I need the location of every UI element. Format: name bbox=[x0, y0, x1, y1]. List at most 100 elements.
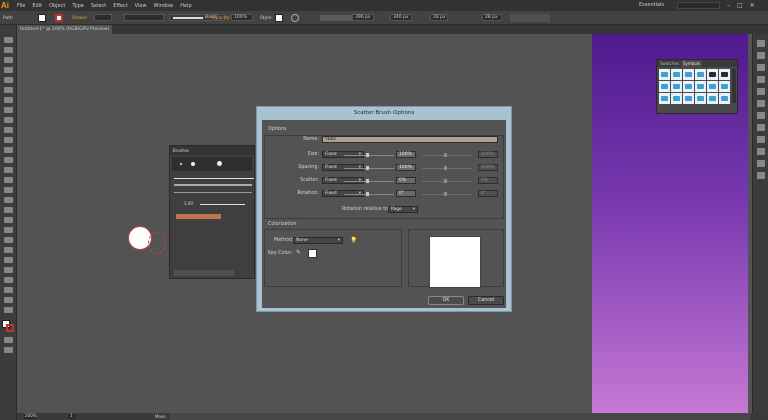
hand-tool-icon[interactable] bbox=[4, 297, 13, 303]
symbol-thumbnail[interactable] bbox=[671, 81, 682, 92]
menu-edit[interactable]: Edit bbox=[32, 3, 42, 9]
brushes-panel-title[interactable]: Brushes bbox=[173, 148, 189, 153]
eraser-tool-icon[interactable] bbox=[4, 147, 13, 153]
paintbrush-tool-icon[interactable] bbox=[4, 127, 13, 133]
rotation-slider[interactable] bbox=[344, 192, 394, 196]
zoom-field[interactable]: 200% bbox=[24, 413, 36, 419]
opacity-field[interactable]: 100% bbox=[231, 14, 253, 21]
brushes-panel-footer-icons[interactable] bbox=[174, 270, 234, 276]
minimize-icon[interactable]: – bbox=[727, 2, 730, 9]
brush-dot-medium[interactable] bbox=[191, 162, 195, 166]
variable-width-profile[interactable] bbox=[124, 14, 164, 21]
symbol-thumbnail[interactable] bbox=[683, 93, 694, 104]
colorization-method-select[interactable]: None bbox=[293, 237, 343, 244]
brush-name-input[interactable]: Ybbz bbox=[322, 136, 498, 143]
symbol-thumbnail[interactable] bbox=[659, 81, 670, 92]
symbols-panel-icon[interactable] bbox=[757, 88, 765, 95]
recolor-artwork-icon[interactable] bbox=[291, 14, 299, 22]
color-panel-icon[interactable] bbox=[757, 40, 765, 47]
gradient-tool-icon[interactable] bbox=[4, 227, 13, 233]
eyedropper-tool-icon[interactable] bbox=[4, 237, 13, 243]
art-brush-stroke[interactable] bbox=[174, 184, 252, 186]
lasso-tool-icon[interactable] bbox=[4, 67, 13, 73]
graphic-styles-icon[interactable] bbox=[757, 148, 765, 155]
fill-swatch[interactable] bbox=[38, 14, 46, 22]
symbol-thumbnail[interactable] bbox=[659, 69, 670, 80]
art-brush-stroke[interactable] bbox=[174, 192, 252, 193]
menu-object[interactable]: Object bbox=[49, 3, 65, 9]
height-field[interactable]: 28 px bbox=[482, 14, 502, 21]
brush-dot-small[interactable] bbox=[180, 163, 182, 165]
maximize-icon[interactable]: □ bbox=[737, 2, 743, 9]
eyedropper-icon[interactable]: ✎ bbox=[296, 249, 301, 256]
symbol-thumbnail[interactable] bbox=[707, 69, 718, 80]
basic-brush-stroke[interactable] bbox=[174, 178, 254, 179]
size-value[interactable]: 100% bbox=[396, 151, 416, 158]
symbols-scrollbar[interactable] bbox=[732, 69, 736, 103]
cancel-button[interactable]: Cancel bbox=[468, 296, 504, 305]
free-transform-tool-icon[interactable] bbox=[4, 187, 13, 193]
stroke-swatch[interactable] bbox=[55, 14, 63, 22]
size-slider[interactable] bbox=[344, 153, 394, 157]
appearance-panel-icon[interactable] bbox=[757, 136, 765, 143]
symbol-thumbnail[interactable] bbox=[695, 81, 706, 92]
width-tool-icon[interactable] bbox=[4, 177, 13, 183]
line-tool-icon[interactable] bbox=[4, 107, 13, 113]
color-guide-icon[interactable] bbox=[757, 52, 765, 59]
brush-dot-large[interactable] bbox=[217, 161, 222, 166]
scatter-value[interactable]: 0% bbox=[396, 177, 416, 184]
symbol-thumbnail[interactable] bbox=[707, 81, 718, 92]
key-color-swatch[interactable] bbox=[308, 249, 317, 258]
magic-wand-tool-icon[interactable] bbox=[4, 57, 13, 63]
ok-button[interactable]: OK bbox=[428, 296, 464, 305]
wavy-brush-stroke[interactable] bbox=[200, 204, 245, 205]
tab-swatches[interactable]: Swatches bbox=[658, 60, 681, 67]
artboard-navigation-field[interactable]: 1 bbox=[68, 413, 76, 419]
rotate-tool-icon[interactable] bbox=[4, 157, 13, 163]
swatches-panel-icon[interactable] bbox=[757, 64, 765, 71]
rectangle-tool-icon[interactable] bbox=[4, 117, 13, 123]
colorization-tips-icon[interactable]: 💡 bbox=[350, 237, 357, 244]
scatter-slider[interactable] bbox=[344, 179, 394, 183]
x-field[interactable]: 396 px bbox=[352, 14, 374, 21]
blend-tool-icon[interactable] bbox=[4, 247, 13, 253]
draw-mode-icon[interactable] bbox=[4, 337, 13, 343]
menu-select[interactable]: Select bbox=[91, 3, 106, 9]
column-graph-tool-icon[interactable] bbox=[4, 267, 13, 273]
symbol-thumbnail[interactable] bbox=[719, 81, 730, 92]
width-field[interactable]: 28 px bbox=[430, 14, 448, 21]
y-field[interactable]: 340 px bbox=[390, 14, 412, 21]
menu-file[interactable]: File bbox=[17, 3, 25, 9]
rotation-relative-select[interactable]: Page bbox=[388, 206, 418, 213]
symbol-thumbnail[interactable] bbox=[671, 69, 682, 80]
artboard-tool-icon[interactable] bbox=[4, 277, 13, 283]
spacing-slider[interactable] bbox=[344, 166, 394, 170]
horizontal-scrollbar[interactable] bbox=[170, 413, 750, 420]
stroke-panel-icon[interactable] bbox=[757, 100, 765, 107]
search-input[interactable] bbox=[677, 2, 720, 9]
type-tool-icon[interactable] bbox=[4, 97, 13, 103]
direct-selection-tool-icon[interactable] bbox=[4, 47, 13, 53]
status-text[interactable]: Move bbox=[155, 414, 166, 419]
selection-tool-icon[interactable] bbox=[4, 37, 13, 43]
menu-help[interactable]: Help bbox=[180, 3, 191, 9]
transparency-panel-icon[interactable] bbox=[757, 124, 765, 131]
tab-symbols[interactable]: Symbols bbox=[681, 60, 702, 67]
workspace-switcher[interactable]: Essentials bbox=[639, 2, 664, 8]
close-icon[interactable]: ✕ bbox=[750, 2, 755, 9]
rotation-value[interactable]: 0° bbox=[396, 190, 416, 197]
symbol-thumbnail[interactable] bbox=[659, 93, 670, 104]
symbol-thumbnail[interactable] bbox=[695, 93, 706, 104]
slice-tool-icon[interactable] bbox=[4, 287, 13, 293]
menu-effect[interactable]: Effect bbox=[113, 3, 127, 9]
curvature-tool-icon[interactable] bbox=[4, 87, 13, 93]
opacity-label[interactable]: Opacity: bbox=[212, 16, 231, 21]
symbol-thumbnail[interactable] bbox=[671, 93, 682, 104]
symbol-thumbnail[interactable] bbox=[707, 93, 718, 104]
document-tab[interactable]: Untitled-1* @ 200% (RGB/GPU Preview) bbox=[17, 25, 112, 34]
perspective-grid-tool-icon[interactable] bbox=[4, 207, 13, 213]
shaper-tool-icon[interactable] bbox=[4, 137, 13, 143]
graphic-style-swatch[interactable] bbox=[275, 14, 283, 22]
menu-view[interactable]: View bbox=[135, 3, 147, 9]
mesh-tool-icon[interactable] bbox=[4, 217, 13, 223]
